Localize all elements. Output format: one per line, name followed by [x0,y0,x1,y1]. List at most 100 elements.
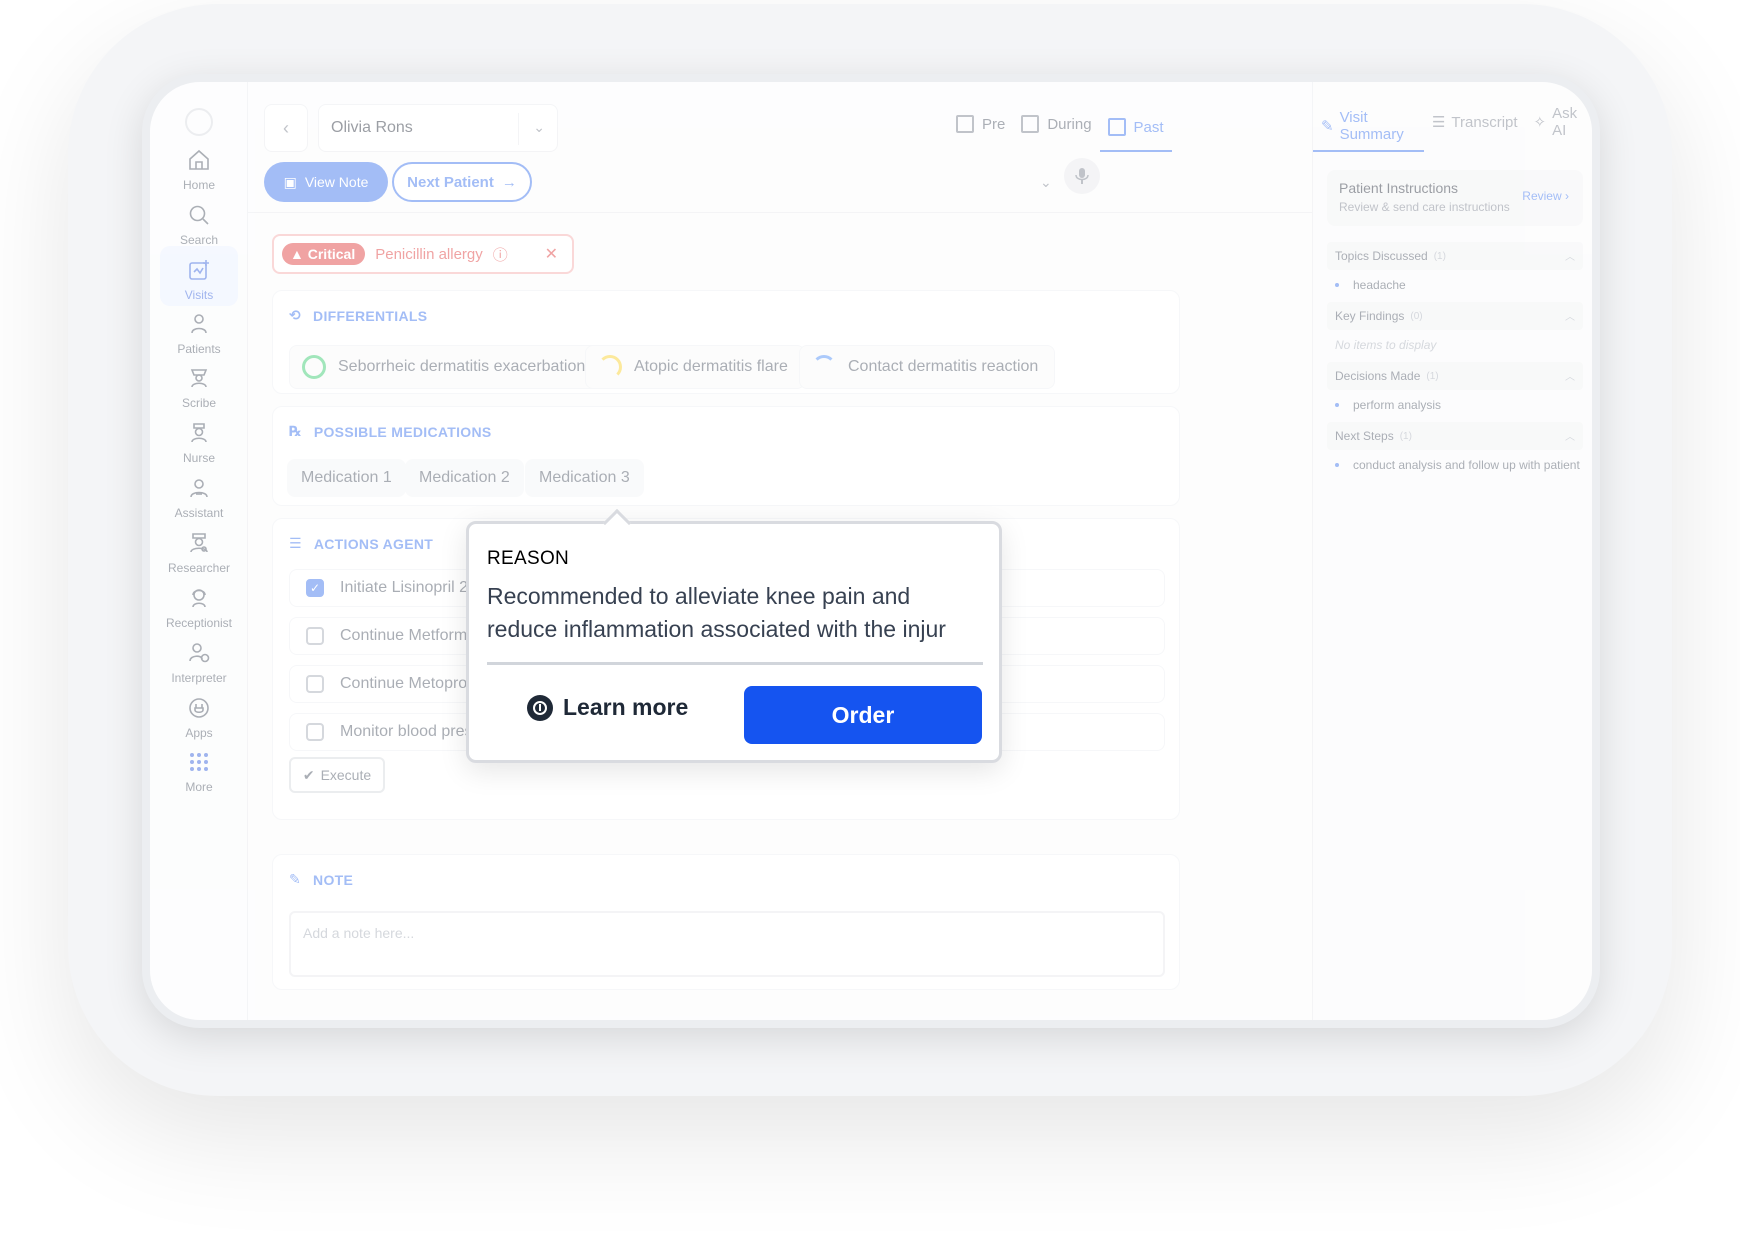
microphone-icon [1075,168,1089,184]
medication-tab[interactable]: Medication 1 [287,459,406,497]
reason-text: Recommended to alleviate knee pain and r… [487,580,991,646]
note-card: ✎ NOTE Add a note here... [272,854,1180,990]
differential-chip[interactable]: Atopic dermatitis flare [585,345,805,389]
divider [518,113,519,145]
patients-icon [191,314,207,334]
execute-button[interactable]: ✔ Execute [289,757,385,793]
list-item-text: conduct analysis and follow up with pati… [1353,458,1580,472]
microphone-button[interactable] [1064,158,1100,194]
sidebar-item-receptionist[interactable]: Receptionist [160,578,238,634]
section-header-decisions[interactable]: Decisions Made (1) ︿ [1327,362,1583,390]
sidebar-item-patients[interactable]: Patients [160,304,238,360]
checkbox[interactable] [306,675,324,693]
confidence-ring-icon [812,355,836,379]
patient-instructions-card[interactable]: Patient Instructions Review & send care … [1327,170,1583,226]
tab-during[interactable]: During [1013,104,1099,144]
tab-label: Pre [982,115,1006,133]
section-header-next-steps[interactable]: Next Steps (1) ︿ [1327,422,1583,450]
learn-more-label: Learn more [563,694,689,720]
section-title: ⟲ DIFFERENTIALS [289,307,427,324]
tab-past[interactable]: Past [1099,104,1172,152]
patient-select[interactable]: Olivia Rons ⌄ [318,104,558,152]
note-title: NOTE [313,871,354,888]
section-title: ℞ POSSIBLE MEDICATIONS [289,423,492,440]
tab-label: During [1047,115,1092,133]
action-label: Monitor blood pres [340,723,473,740]
next-patient-button[interactable]: Next Patient → [392,162,532,202]
section-header-label: Decisions Made [1335,369,1421,383]
sidebar-item-label: Patients [177,342,221,356]
medication-tab-label: Medication 3 [539,469,630,486]
assistant-icon [190,479,208,498]
sidebar-item-assistant[interactable]: Assistant [160,468,238,524]
sidebar-item-visits[interactable]: Visits [160,246,238,306]
tab-transcript[interactable]: ☰ Transcript [1424,102,1526,142]
section-header-topics[interactable]: Topics Discussed (1) ︿ [1327,242,1583,270]
receptionist-icon [192,589,206,608]
sidebar-item-search[interactable]: Search [160,195,238,251]
pencil-icon: ✎ [289,871,302,887]
info-icon [527,694,553,721]
pre-phase-icon [956,115,974,133]
medication-tab[interactable]: Medication 2 [405,459,524,497]
section-header-key-findings[interactable]: Key Findings (0) ︿ [1327,302,1583,330]
check-circle-icon: ✔ [302,766,315,783]
medication-tab[interactable]: Medication 3 [525,459,644,497]
sidebar-item-interpreter[interactable]: Interpreter [160,633,238,689]
learn-more-button[interactable]: Learn more [527,694,688,721]
view-note-button[interactable]: ▣ View Note [264,162,388,202]
tab-label: Ask AI [1552,105,1578,139]
back-button[interactable]: ‹ [264,104,308,152]
differential-label: Seborrheic dermatitis exacerbation [338,358,586,375]
sidebar-item-label: Apps [185,726,213,740]
divider [487,662,983,665]
chevron-down-icon: ⌄ [533,119,545,135]
checkbox[interactable] [306,723,324,741]
sidebar-item-nurse[interactable]: Nurse [160,413,238,469]
sidebar-item-home[interactable]: Home [160,140,238,196]
sidebar-item-label: Home [182,178,215,192]
sidebar-item-label: Researcher [167,561,231,575]
pencil-icon: ✎ [1321,118,1334,135]
checklist-icon: ☰ [289,535,302,551]
patient-name: Olivia Rons [331,119,413,136]
differential-chip[interactable]: Contact dermatitis reaction [799,345,1056,389]
clipboard-icon: ▣ [283,173,297,190]
tab-pre[interactable]: Pre [948,104,1013,144]
checkbox[interactable] [306,627,324,645]
tab-visit-summary[interactable]: ✎ Visit Summary [1313,102,1424,152]
actions-title: ACTIONS AGENT [313,535,434,552]
patient-instructions-subtitle: Review & send care instructions [1339,200,1510,214]
tab-label: Transcript [1451,113,1518,131]
tab-ask-ai[interactable]: ✧ Ask AI [1526,102,1592,142]
chevron-up-icon: ︿ [1565,432,1575,443]
checkbox-checked[interactable]: ✓ [306,579,324,597]
tab-label: Visit Summary [1339,109,1404,143]
differentials-card: ⟲ DIFFERENTIALS Seborrheic dermatitis ex… [272,290,1180,394]
sidebar-item-apps[interactable]: Apps [160,688,238,744]
differential-chip[interactable]: Seborrheic dermatitis exacerbation [289,345,603,389]
critical-badge: ▲ Critical [282,243,366,265]
review-link[interactable]: Review › [1522,189,1569,203]
info-icon[interactable]: ⓘ [493,244,508,265]
sidebar-item-scribe[interactable]: Scribe [160,358,238,414]
chevron-down-icon[interactable]: ⌄ [1040,174,1052,191]
close-icon[interactable]: ✕ [545,244,558,264]
confidence-ring-icon [598,355,622,379]
sidebar-item-label: More [185,780,213,794]
review-label: Review [1522,189,1562,203]
list-item-text: perform analysis [1353,398,1442,412]
researcher-icon [190,533,208,553]
arrow-right-icon: → [501,173,517,191]
section-count: (1) [1426,370,1439,382]
sidebar-item-researcher[interactable]: Researcher [160,523,238,579]
note-textarea[interactable]: Add a note here... [289,911,1165,977]
reason-popover: REASON Recommended to alleviate knee pai… [466,508,1002,763]
patient-instructions-title: Patient Instructions [1339,180,1459,196]
next-patient-label: Next Patient [407,173,494,191]
order-button[interactable]: Order [744,686,982,744]
reason-line: Recommended to alleviate knee pain and [487,583,911,609]
sidebar-item-more[interactable]: More [160,742,238,798]
confidence-ring-icon [302,355,326,379]
sidebar-item-label: Receptionist [165,616,233,630]
